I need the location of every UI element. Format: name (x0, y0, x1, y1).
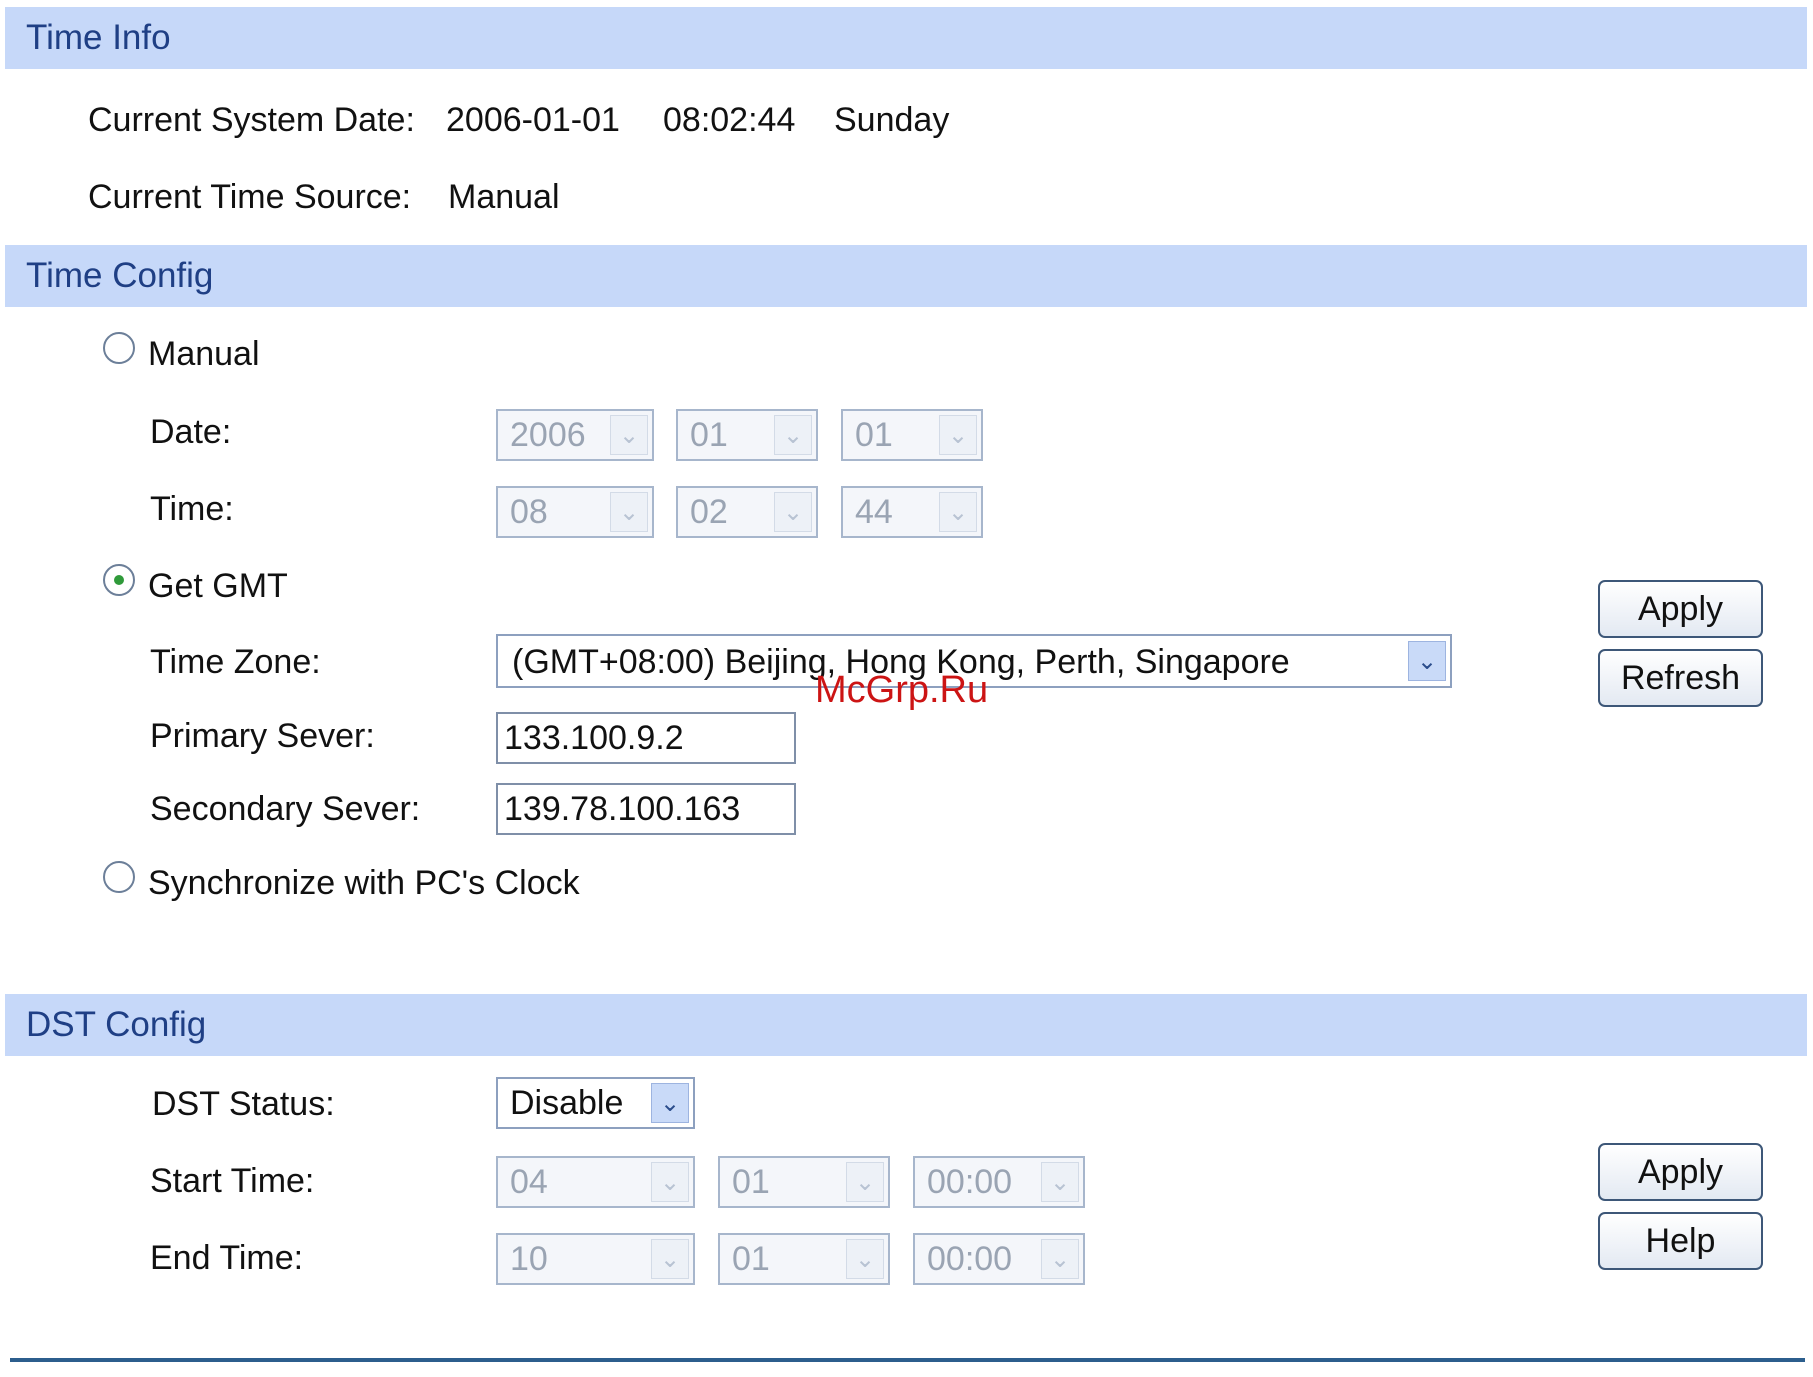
time-source-label: Current Time Source: (88, 178, 412, 216)
end-time-label: End Time: (150, 1239, 304, 1277)
primary-server-label: Primary Sever: (150, 717, 375, 755)
refresh-button[interactable]: Refresh (1598, 649, 1763, 707)
chevron-down-icon: ⌄ (1041, 1162, 1079, 1202)
end-time-select[interactable]: 00:00 ⌄ (913, 1233, 1085, 1285)
chevron-down-icon: ⌄ (610, 492, 648, 532)
system-day-value: Sunday (834, 101, 950, 139)
system-time-value: 08:02:44 (663, 101, 796, 139)
chevron-down-icon: ⌄ (1408, 641, 1446, 681)
get-gmt-radio[interactable] (103, 564, 135, 596)
end-day-select[interactable]: 01 ⌄ (718, 1233, 890, 1285)
chevron-down-icon: ⌄ (610, 415, 648, 455)
time-second-select[interactable]: 44 ⌄ (841, 486, 983, 538)
end-time-value: 00:00 (927, 1240, 1013, 1278)
chevron-down-icon: ⌄ (939, 415, 977, 455)
time-apply-button[interactable]: Apply (1598, 580, 1763, 638)
time-source-value: Manual (448, 178, 560, 216)
start-day-select[interactable]: 01 ⌄ (718, 1156, 890, 1208)
start-month-value: 04 (510, 1163, 548, 1201)
get-gmt-label: Get GMT (148, 567, 288, 605)
secondary-server-input[interactable]: 139.78.100.163 (496, 783, 796, 835)
dst-apply-button[interactable]: Apply (1598, 1143, 1763, 1201)
time-info-header: Time Info (5, 7, 1807, 69)
dst-config-header: DST Config (5, 994, 1807, 1056)
watermark: McGrp.Ru (815, 669, 989, 711)
sync-pc-radio[interactable] (103, 861, 135, 893)
start-time-label: Start Time: (150, 1162, 315, 1200)
primary-server-input[interactable]: 133.100.9.2 (496, 712, 796, 764)
time-hour-select[interactable]: 08 ⌄ (496, 486, 654, 538)
dst-status-select[interactable]: Disable ⌄ (496, 1077, 695, 1129)
help-button[interactable]: Help (1598, 1212, 1763, 1270)
date-year-select[interactable]: 2006 ⌄ (496, 409, 654, 461)
chevron-down-icon: ⌄ (846, 1162, 884, 1202)
time-label: Time: (150, 490, 234, 528)
date-day-value: 01 (855, 416, 893, 454)
bottom-divider (10, 1358, 1805, 1362)
time-hour-value: 08 (510, 493, 548, 531)
manual-label: Manual (148, 335, 260, 373)
chevron-down-icon: ⌄ (939, 492, 977, 532)
time-minute-select[interactable]: 02 ⌄ (676, 486, 818, 538)
time-minute-value: 02 (690, 493, 728, 531)
date-month-value: 01 (690, 416, 728, 454)
start-day-value: 01 (732, 1163, 770, 1201)
start-month-select[interactable]: 04 ⌄ (496, 1156, 695, 1208)
end-day-value: 01 (732, 1240, 770, 1278)
date-label: Date: (150, 413, 232, 451)
sync-pc-label: Synchronize with PC's Clock (148, 864, 580, 902)
time-second-value: 44 (855, 493, 893, 531)
time-zone-label: Time Zone: (150, 643, 321, 681)
system-date-value: 2006-01-01 (446, 101, 620, 139)
dst-status-label: DST Status: (152, 1085, 335, 1123)
end-month-value: 10 (510, 1240, 548, 1278)
end-month-select[interactable]: 10 ⌄ (496, 1233, 695, 1285)
chevron-down-icon: ⌄ (1041, 1239, 1079, 1279)
chevron-down-icon: ⌄ (774, 415, 812, 455)
date-day-select[interactable]: 01 ⌄ (841, 409, 983, 461)
chevron-down-icon: ⌄ (651, 1239, 689, 1279)
date-month-select[interactable]: 01 ⌄ (676, 409, 818, 461)
dst-status-value: Disable (510, 1084, 624, 1122)
chevron-down-icon: ⌄ (846, 1239, 884, 1279)
secondary-server-label: Secondary Sever: (150, 790, 421, 828)
secondary-server-value: 139.78.100.163 (504, 790, 741, 828)
date-year-value: 2006 (510, 416, 586, 454)
chevron-down-icon: ⌄ (651, 1162, 689, 1202)
time-config-header: Time Config (5, 245, 1807, 307)
primary-server-value: 133.100.9.2 (504, 719, 684, 757)
start-time-value: 00:00 (927, 1163, 1013, 1201)
chevron-down-icon: ⌄ (774, 492, 812, 532)
chevron-down-icon: ⌄ (651, 1083, 689, 1123)
start-time-select[interactable]: 00:00 ⌄ (913, 1156, 1085, 1208)
manual-radio[interactable] (103, 332, 135, 364)
system-date-label: Current System Date: (88, 101, 415, 139)
